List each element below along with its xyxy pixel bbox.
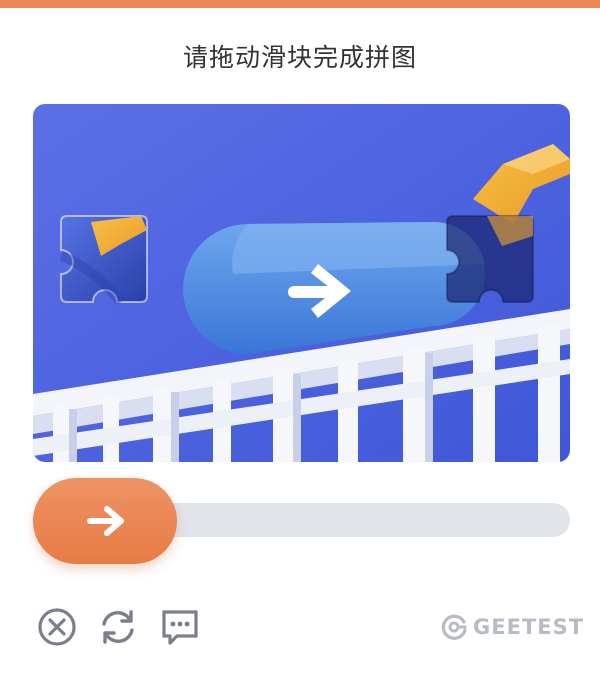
brand-name: GEETEST — [473, 615, 585, 639]
slider-track[interactable] — [150, 503, 570, 537]
feedback-button[interactable] — [159, 606, 201, 648]
slider-handle[interactable] — [33, 478, 177, 564]
close-circle-icon — [38, 608, 76, 646]
close-button[interactable] — [36, 606, 78, 648]
geetest-logo: GEETEST — [440, 612, 584, 642]
accent-bar — [0, 0, 600, 8]
geetest-logo-icon — [441, 614, 467, 640]
arrow-right-icon — [87, 506, 124, 536]
captcha-card: 请拖动滑块完成拼图 GEETEST — [0, 0, 600, 687]
feedback-chat-icon — [162, 610, 198, 645]
refresh-button[interactable] — [97, 606, 139, 648]
captcha-title: 请拖动滑块完成拼图 — [182, 43, 417, 72]
refresh-icon — [102, 610, 134, 644]
puzzle-image — [33, 104, 570, 462]
